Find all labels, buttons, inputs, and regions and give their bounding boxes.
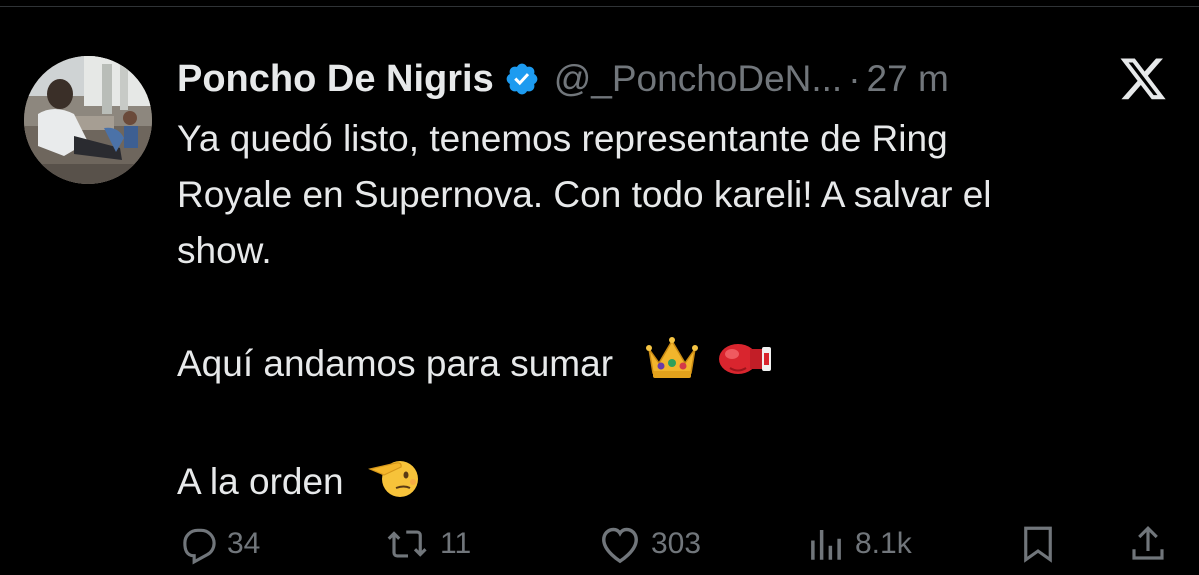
tweet-line-sumar-text: Aquí andamos para sumar bbox=[177, 342, 614, 384]
tweet-line-orden-text: A la orden bbox=[177, 460, 344, 502]
tweet-line: Ya quedó listo, tenemos representante de… bbox=[177, 118, 948, 159]
tweet-line-sumar: Aquí andamos para sumar bbox=[177, 335, 1167, 397]
avatar[interactable] bbox=[24, 56, 152, 184]
heart-icon bbox=[597, 523, 643, 565]
separator-dot: · bbox=[848, 58, 861, 99]
retweet-count: 11 bbox=[440, 527, 472, 560]
crown-emoji-icon bbox=[645, 335, 699, 397]
tweet-line: show. bbox=[177, 230, 272, 271]
author-name[interactable]: Poncho De Nigris bbox=[177, 58, 494, 101]
action-bar: 34 11 303 8.1k bbox=[177, 520, 1167, 568]
boxing-glove-emoji-icon bbox=[716, 335, 774, 397]
like-button[interactable]: 303 bbox=[597, 520, 701, 568]
bookmark-icon bbox=[1017, 523, 1059, 565]
x-logo-icon bbox=[1117, 58, 1169, 104]
top-divider bbox=[0, 0, 1199, 7]
tweet-body: Ya quedó listo, tenemos representante de… bbox=[177, 111, 1167, 515]
reply-icon bbox=[177, 523, 219, 565]
share-icon bbox=[1127, 523, 1169, 565]
timestamp[interactable]: 27 m bbox=[867, 58, 949, 100]
share-button[interactable] bbox=[1127, 520, 1177, 568]
reply-button[interactable]: 34 bbox=[177, 520, 260, 568]
tweet-line: Royale en Supernova. Con todo kareli! A … bbox=[177, 174, 992, 215]
bookmark-button[interactable] bbox=[1017, 520, 1067, 568]
tweet-header: Poncho De Nigris @_PonchoDeN... · 27 m bbox=[177, 54, 949, 104]
verified-badge-icon bbox=[504, 61, 540, 97]
like-count: 303 bbox=[651, 527, 702, 560]
tweet-line-orden: A la orden bbox=[177, 453, 1167, 515]
views-count: 8.1k bbox=[855, 527, 912, 560]
author-handle[interactable]: @_PonchoDeN... bbox=[554, 58, 842, 100]
views-icon bbox=[805, 523, 847, 565]
reply-count: 34 bbox=[227, 527, 261, 560]
views-button[interactable]: 8.1k bbox=[805, 520, 912, 568]
retweet-icon bbox=[384, 523, 432, 565]
retweet-button[interactable]: 11 bbox=[384, 520, 471, 568]
saluting-face-emoji-icon bbox=[366, 453, 422, 515]
